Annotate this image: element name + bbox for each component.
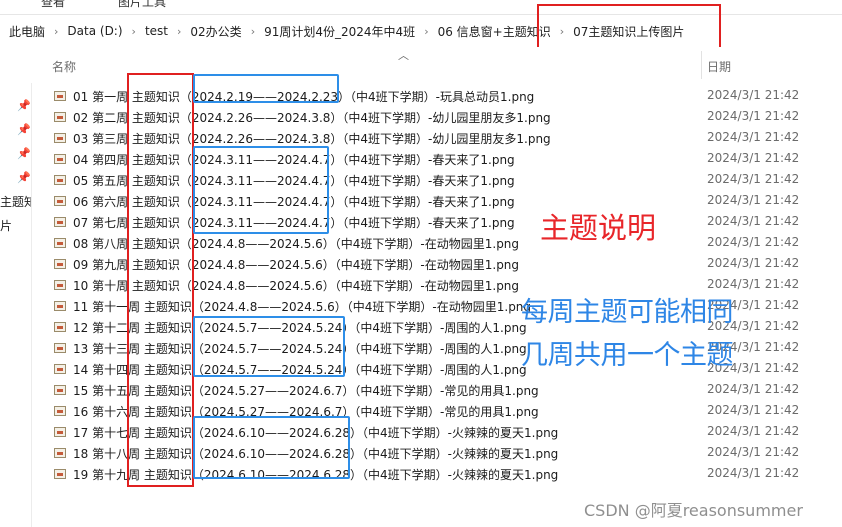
image-file-icon [54, 406, 66, 416]
image-file-icon [54, 175, 66, 185]
file-date: 2024/3/1 21:42 [707, 466, 800, 480]
image-file-icon [54, 427, 66, 437]
highlight-box-dates-week17-19 [193, 416, 350, 479]
file-date: 2024/3/1 21:42 [707, 151, 800, 165]
annotation-same-topic-line1: 每周主题可能相同 [521, 297, 734, 328]
breadcrumb-weekly-plan[interactable]: 91周计划4份_2024年中4班 [262, 23, 417, 40]
file-date: 2024/3/1 21:42 [707, 130, 800, 144]
image-file-icon [54, 385, 66, 395]
chevron-right-icon[interactable]: › [132, 25, 136, 38]
vertical-scrollbar[interactable] [830, 85, 842, 485]
file-date: 2024/3/1 21:42 [707, 424, 800, 438]
file-date: 2024/3/1 21:42 [707, 214, 800, 228]
chevron-right-icon[interactable]: › [54, 25, 58, 38]
column-name-header[interactable]: 名称 [52, 58, 76, 75]
file-date: 2024/3/1 21:42 [707, 235, 800, 249]
breadcrumb-drive-d[interactable]: Data (D:) [65, 24, 124, 38]
highlight-box-topic-column [127, 73, 194, 487]
image-file-icon [54, 364, 66, 374]
file-date: 2024/3/1 21:42 [707, 277, 800, 291]
ribbon-tab-view[interactable]: 查看 [41, 0, 65, 9]
image-file-icon [54, 322, 66, 332]
highlight-box-dates-week1 [193, 74, 339, 103]
chevron-right-icon[interactable]: › [251, 25, 255, 38]
navigation-pane: 📌 📌 📌 📌 主题知 片 [0, 47, 32, 527]
annotation-topic-explanation: 主题说明 [540, 211, 657, 245]
pin-icon[interactable]: 📌 [17, 171, 31, 184]
image-file-icon [54, 469, 66, 479]
file-date: 2024/3/1 21:42 [707, 403, 800, 417]
breadcrumb-test[interactable]: test [143, 24, 170, 38]
file-date: 2024/3/1 21:42 [707, 382, 800, 396]
file-date: 2024/3/1 21:42 [707, 445, 800, 459]
column-date-header[interactable]: 日期 [707, 58, 731, 75]
image-file-icon [54, 448, 66, 458]
image-file-icon [54, 217, 66, 227]
file-date: 2024/3/1 21:42 [707, 193, 800, 207]
file-date: 2024/3/1 21:42 [707, 172, 800, 186]
ribbon-tab-picture-tools[interactable]: 图片工具 [118, 0, 166, 9]
sort-ascending-icon[interactable]: ︿ [398, 47, 409, 63]
image-file-icon [54, 343, 66, 353]
nav-item-picture[interactable]: 片 [0, 217, 12, 234]
column-divider[interactable] [701, 51, 702, 79]
annotation-same-topic-line2: 几周共用一个主题 [521, 340, 734, 371]
image-file-icon [54, 196, 66, 206]
nav-item-topic[interactable]: 主题知 [0, 193, 31, 210]
chevron-right-icon[interactable]: › [177, 25, 181, 38]
highlight-box-dates-week4-7 [193, 146, 329, 234]
image-file-icon [54, 154, 66, 164]
image-file-icon [54, 301, 66, 311]
file-date: 2024/3/1 21:42 [707, 109, 800, 123]
image-file-icon [54, 280, 66, 290]
breadcrumb-this-pc[interactable]: 此电脑 [7, 23, 47, 40]
breadcrumb-info-window[interactable]: 06 信息窗+主题知识 [436, 23, 553, 40]
file-date: 2024/3/1 21:42 [707, 256, 800, 270]
highlight-box-dates-week12-14 [193, 316, 345, 377]
image-file-icon [54, 91, 66, 101]
image-file-icon [54, 133, 66, 143]
image-file-icon [54, 238, 66, 248]
pin-icon[interactable]: 📌 [17, 147, 31, 160]
breadcrumb-office[interactable]: 02办公类 [188, 23, 243, 40]
pin-icon[interactable]: 📌 [17, 123, 31, 136]
file-date: 2024/3/1 21:42 [707, 88, 800, 102]
image-file-icon [54, 112, 66, 122]
watermark: CSDN @阿夏reasonsummer [584, 501, 803, 520]
chevron-right-icon[interactable]: › [424, 25, 428, 38]
image-file-icon [54, 259, 66, 269]
pin-icon[interactable]: 📌 [17, 99, 31, 112]
